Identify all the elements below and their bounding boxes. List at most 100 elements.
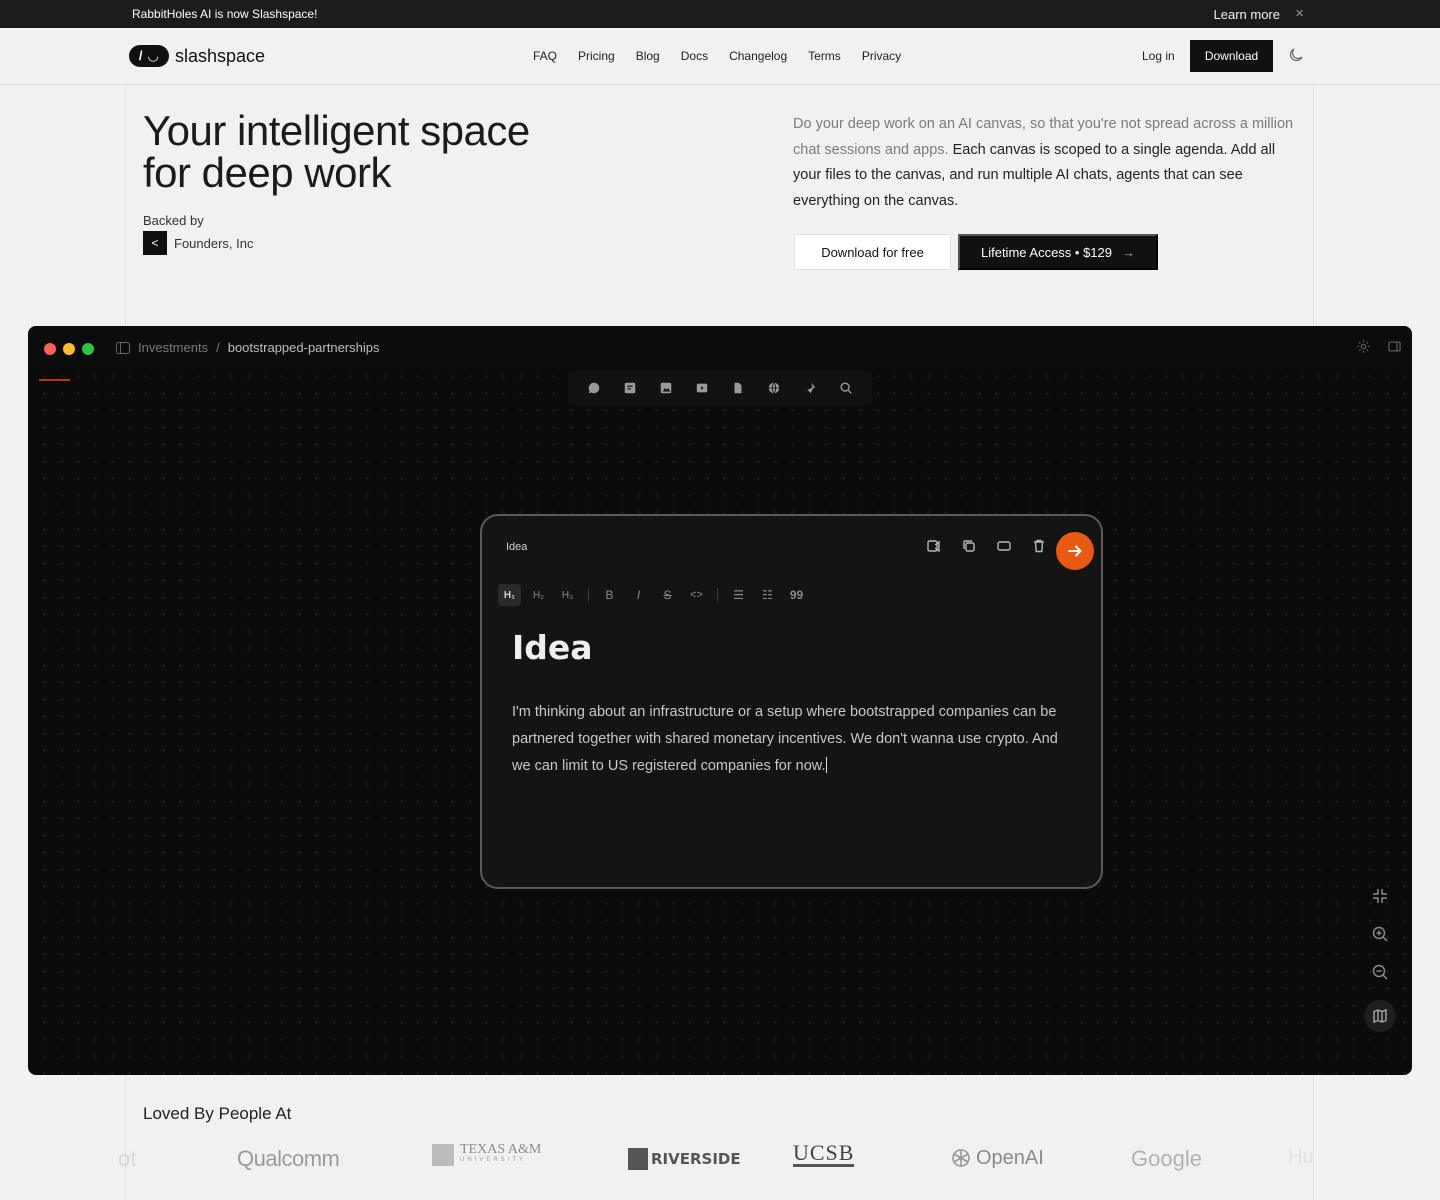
logo[interactable]: / ◡ slashspace — [129, 45, 265, 67]
window-minimize-dot[interactable] — [63, 343, 75, 355]
logo-qualcomm: Qualcomm — [237, 1146, 340, 1171]
logo-ucsb: UCSB — [793, 1140, 855, 1167]
window-maximize-dot[interactable] — [82, 343, 94, 355]
map-icon — [1373, 1008, 1387, 1024]
quote-button[interactable]: 99 — [785, 584, 808, 606]
image-icon[interactable] — [659, 381, 673, 395]
zoom-out-icon[interactable] — [1370, 962, 1390, 982]
openai-text: OpenAI — [976, 1146, 1044, 1169]
settings-icon[interactable] — [1356, 339, 1371, 354]
titlebar-actions — [1356, 339, 1402, 354]
breadcrumb-current: bootstrapped-partnerships — [227, 340, 380, 355]
arrow-right-icon: → — [1122, 244, 1135, 260]
founders-inc-icon: < — [143, 231, 167, 255]
logo-partial-left: ot — [118, 1146, 137, 1171]
texas-am-name: TEXAS A&M — [460, 1142, 542, 1157]
logo-uc-riverside: RIVERSIDE — [628, 1148, 741, 1170]
breadcrumb-separator: / — [216, 340, 220, 355]
breadcrumb-parent[interactable]: Investments — [138, 340, 208, 355]
format-separator — [717, 588, 718, 602]
zoom-controls — [1364, 886, 1396, 1032]
logo-partial-right: Hu — [1288, 1146, 1314, 1168]
openai-icon — [952, 1149, 970, 1167]
lifetime-access-button[interactable]: Lifetime Access • $129 → — [958, 234, 1158, 270]
note-icon[interactable] — [623, 381, 637, 395]
hero-description: Do your deep work on an AI canvas, so th… — [793, 112, 1303, 215]
heading-2-button[interactable]: H₂ — [527, 584, 550, 606]
globe-icon[interactable] — [767, 381, 781, 395]
card-label: Idea — [506, 541, 528, 553]
pin-icon[interactable] — [803, 381, 817, 395]
app-window: Investments / bootstrapped-partnerships … — [28, 326, 1412, 1075]
nav-blog[interactable]: Blog — [636, 49, 660, 63]
logo-mark-icon: / ◡ — [129, 45, 169, 67]
expand-icon[interactable] — [996, 538, 1012, 554]
code-button[interactable]: <> — [685, 584, 708, 606]
zoom-in-icon[interactable] — [1370, 924, 1390, 944]
download-button[interactable]: Download — [1190, 40, 1273, 72]
riverside-text: RIVERSIDE — [651, 1150, 741, 1168]
bold-button[interactable]: B — [598, 584, 621, 606]
open-panel-icon[interactable] — [926, 538, 942, 554]
heading-1-button[interactable]: H₁ — [498, 584, 521, 606]
italic-button[interactable]: I — [627, 584, 650, 606]
send-arrow-button[interactable] — [1056, 532, 1094, 570]
backer-name: Founders, Inc — [174, 235, 254, 251]
card-body[interactable]: I'm thinking about an infrastructure or … — [512, 699, 1072, 780]
idea-card[interactable]: Idea H₁ H₂ H₃ B I S <> ☰ ☷ 99 Idea I'm t… — [480, 514, 1103, 889]
logo-text: slashspace — [175, 45, 266, 66]
nav-docs[interactable]: Docs — [681, 49, 708, 63]
nav-privacy[interactable]: Privacy — [862, 49, 901, 63]
strikethrough-button[interactable]: S — [656, 584, 679, 606]
backed-by-label: Backed by — [143, 213, 204, 228]
logo-google: Google — [1131, 1146, 1202, 1171]
canvas-toolbar — [568, 370, 872, 406]
nav-pricing[interactable]: Pricing — [578, 49, 615, 63]
logo-strip: ot Qualcomm TEXAS A&M UNIVERSITY RIVERSI… — [0, 1140, 1440, 1180]
format-toolbar: H₁ H₂ H₃ B I S <> ☰ ☷ 99 — [498, 584, 808, 606]
active-tab-indicator — [39, 379, 70, 381]
download-free-button[interactable]: Download for free — [794, 234, 951, 270]
app-titlebar: Investments / bootstrapped-partnerships — [28, 326, 1412, 368]
nav-faq[interactable]: FAQ — [533, 49, 557, 63]
nav-terms[interactable]: Terms — [808, 49, 841, 63]
chat-icon[interactable] — [587, 381, 601, 395]
sidebar-toggle-icon[interactable] — [116, 341, 130, 354]
copy-icon[interactable] — [961, 538, 977, 554]
text-caret — [825, 757, 827, 773]
bullet-list-button[interactable]: ☰ — [727, 584, 750, 606]
top-nav: / ◡ slashspace FAQ Pricing Blog Docs Cha… — [0, 28, 1440, 85]
nav-changelog[interactable]: Changelog — [729, 49, 787, 63]
card-actions — [926, 538, 1047, 554]
hero-title-line-2: for deep work — [143, 149, 391, 196]
hero-title: Your intelligent space for deep work — [143, 110, 530, 194]
backer[interactable]: < Founders, Inc — [143, 231, 254, 255]
card-body-text: I'm thinking about an infrastructure or … — [512, 704, 1058, 774]
collapse-icon[interactable] — [1370, 886, 1390, 906]
window-close-dot[interactable] — [44, 343, 56, 355]
minimap-button[interactable] — [1364, 1000, 1396, 1032]
announcement-bar: RabbitHoles AI is now Slashspace! Learn … — [0, 0, 1440, 28]
learn-more-link[interactable]: Learn more — [1214, 7, 1280, 22]
lifetime-access-label: Lifetime Access • $129 — [980, 244, 1112, 260]
nav-menu: FAQ Pricing Blog Docs Changelog Terms Pr… — [533, 49, 901, 63]
panel-icon[interactable] — [1387, 339, 1402, 354]
arrow-right-icon — [1068, 545, 1082, 557]
search-icon[interactable] — [839, 381, 853, 395]
uc-shield-icon — [628, 1148, 648, 1170]
heading-3-button[interactable]: H₃ — [556, 584, 579, 606]
logo-texas-am: TEXAS A&M UNIVERSITY — [432, 1142, 542, 1166]
hero-title-line-1: Your intelligent space — [143, 107, 530, 154]
format-separator — [588, 588, 589, 602]
login-link[interactable]: Log in — [1142, 49, 1175, 63]
file-icon[interactable] — [731, 381, 745, 395]
close-icon[interactable]: × — [1295, 5, 1304, 22]
card-heading[interactable]: Idea — [512, 628, 593, 667]
numbered-list-button[interactable]: ☷ — [756, 584, 779, 606]
announcement-message: RabbitHoles AI is now Slashspace! — [132, 7, 318, 21]
moon-icon[interactable] — [1287, 46, 1305, 64]
video-icon[interactable] — [695, 381, 709, 395]
loved-by-title: Loved By People At — [143, 1104, 292, 1123]
trash-icon[interactable] — [1031, 538, 1047, 554]
logo-openai: OpenAI — [949, 1146, 1044, 1170]
